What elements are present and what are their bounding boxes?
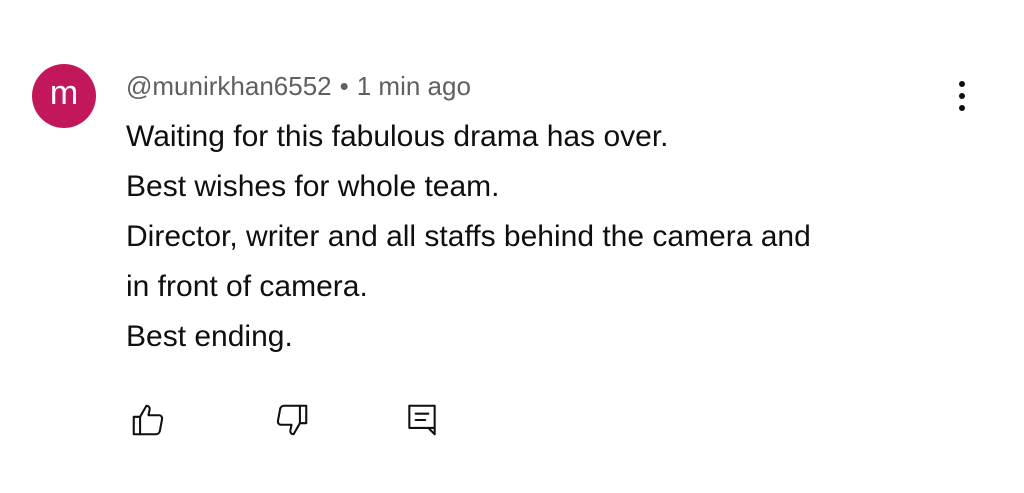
comment-item: m @munirkhan6552 • 1 min ago Waiting for… bbox=[0, 0, 1024, 493]
menu-dot bbox=[959, 81, 965, 87]
reply-button[interactable] bbox=[400, 398, 444, 442]
comment-header: @munirkhan6552 • 1 min ago bbox=[126, 68, 471, 104]
comment-text: Waiting for this fabulous drama has over… bbox=[126, 112, 986, 362]
comment-line: in front of camera. bbox=[126, 270, 368, 303]
author-name[interactable]: @munirkhan6552 bbox=[126, 71, 332, 102]
reply-comment-icon bbox=[408, 404, 436, 436]
comment-line: Waiting for this fabulous drama has over… bbox=[126, 120, 669, 153]
comment-line: Director, writer and all staffs behind t… bbox=[126, 220, 811, 253]
comment-line: Best wishes for whole team. bbox=[126, 170, 500, 203]
dislike-button[interactable] bbox=[270, 398, 314, 442]
avatar[interactable]: m bbox=[32, 64, 96, 128]
thumbs-down-icon bbox=[276, 404, 308, 436]
thumbs-up-icon bbox=[132, 404, 164, 436]
avatar-letter: m bbox=[49, 74, 79, 112]
like-button[interactable] bbox=[126, 398, 170, 442]
separator-dot: • bbox=[339, 70, 349, 101]
menu-dot bbox=[959, 93, 965, 99]
menu-dot bbox=[959, 105, 965, 111]
timestamp[interactable]: 1 min ago bbox=[357, 71, 471, 102]
comment-line: Best ending. bbox=[126, 320, 293, 353]
